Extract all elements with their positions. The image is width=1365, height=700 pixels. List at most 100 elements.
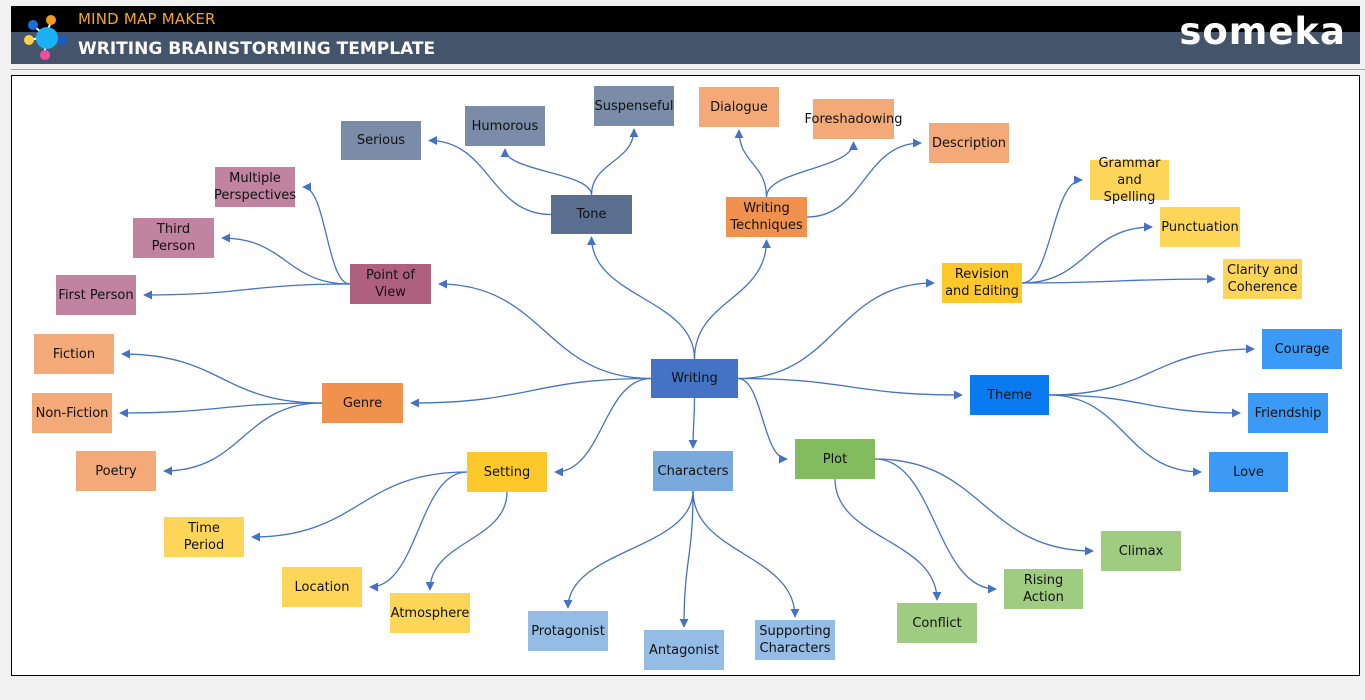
connector-genre-fiction — [121, 349, 323, 404]
root-node-writing[interactable]: Writing — [651, 359, 738, 398]
mind-map-canvas: Writing Tone Serious Humorous Suspenseful Wri… — [11, 75, 1360, 676]
connector-revision-and-editing-punctuation — [1021, 222, 1153, 284]
leaf-node-label: Time Period — [183, 521, 225, 553]
connector-writing-techniques-foreshadowing — [765, 141, 859, 198]
leaf-node-clarity-and-coherence[interactable]: Clarity and Coherence — [1223, 259, 1302, 299]
page-title: WRITING BRAINSTORMING TEMPLATE — [78, 39, 436, 59]
leaf-node-label: Serious — [356, 133, 406, 148]
leaf-node-first-person[interactable]: First Person — [56, 275, 136, 315]
branch-node-label: Point of View — [366, 268, 415, 300]
leaf-node-label: Courage — [1274, 341, 1330, 357]
connector-revision-and-editing-grammar-and-spelling — [1021, 175, 1083, 284]
leaf-node-label: Dialogue — [710, 99, 768, 115]
connector-characters-supporting-characters — [692, 490, 800, 618]
leaf-node-punctuation[interactable]: Punctuation — [1160, 207, 1240, 247]
leaf-node-courage[interactable]: Courage — [1262, 329, 1342, 369]
leaf-node-humorous[interactable]: Humorous — [465, 106, 545, 146]
app-name: MIND MAP MAKER — [78, 10, 216, 28]
leaf-node-label: Non-Fiction — [35, 405, 109, 421]
connector-point-of-view-third-person — [221, 233, 351, 285]
leaf-node-label: Humorous — [471, 118, 539, 134]
connector-theme-love — [1048, 394, 1202, 477]
leaf-node-label: Multiple Perspectives — [213, 171, 297, 203]
leaf-node-label: Location — [294, 579, 350, 595]
connector-writing-theme — [737, 377, 963, 400]
connector-characters-protagonist — [563, 490, 694, 609]
connector-writing-tone — [586, 236, 696, 360]
connector-tone-serious — [428, 135, 552, 216]
leaf-node-conflict[interactable]: Conflict — [897, 603, 977, 643]
branch-node-label: Setting — [483, 464, 531, 480]
leaf-node-grammar-and-spelling[interactable]: Grammar and Spelling — [1090, 156, 1169, 205]
leaf-node-love[interactable]: Love — [1209, 452, 1288, 492]
leaf-node-label: Suspenseful — [594, 98, 674, 114]
leaf-node-third-person[interactable]: Third Person — [133, 218, 214, 258]
branch-node-label: Characters — [657, 463, 729, 479]
connector-characters-antagonist — [679, 490, 694, 628]
leaf-node-description[interactable]: Description — [929, 123, 1009, 163]
branch-node-label: Writing Techniques — [730, 201, 803, 233]
branch-node-characters[interactable]: Characters — [653, 451, 733, 491]
app-header: MIND MAP MAKER WRITING BRAINSTORMING TEM… — [11, 6, 1360, 64]
connector-setting-atmosphere — [425, 491, 508, 591]
leaf-node-antagonist[interactable]: Antagonist — [644, 630, 724, 670]
branch-node-genre[interactable]: Genre — [322, 383, 403, 423]
leaf-node-non-fiction[interactable]: Non-Fiction — [32, 393, 112, 433]
branch-node-label: Genre — [342, 395, 383, 411]
branch-node-label: Plot — [822, 451, 848, 467]
connector-writing-revision-and-editing — [737, 278, 935, 380]
leaf-node-protagonist[interactable]: Protagonist — [528, 611, 608, 651]
leaf-node-label: First Person — [58, 287, 134, 303]
connector-writing-setting — [554, 377, 652, 477]
leaf-node-label: Grammar and Spelling — [1098, 155, 1161, 205]
leaf-node-location[interactable]: Location — [282, 567, 362, 607]
leaf-node-climax[interactable]: Climax — [1101, 531, 1181, 571]
leaf-node-supporting-characters[interactable]: Supporting Characters — [755, 620, 835, 660]
connector-revision-and-editing-clarity-and-coherence — [1021, 274, 1216, 284]
connector-writing-techniques-dialogue — [734, 129, 768, 198]
connector-genre-non-fiction — [119, 402, 323, 418]
connector-writing-genre — [410, 377, 652, 408]
connector-writing-point-of-view — [438, 279, 652, 380]
leaf-node-label: Fiction — [52, 346, 96, 362]
connector-plot-rising-action — [874, 458, 997, 594]
leaf-node-poetry[interactable]: Poetry — [76, 451, 156, 491]
leaf-node-foreshadowing[interactable]: Foreshadowing — [805, 99, 902, 139]
leaf-node-label: Protagonist — [531, 623, 605, 639]
leaf-node-serious[interactable]: Serious — [341, 121, 421, 160]
connector-writing-writing-techniques — [693, 239, 772, 360]
leaf-node-atmosphere[interactable]: Atmosphere — [390, 593, 470, 633]
leaf-node-fiction[interactable]: Fiction — [34, 334, 114, 374]
leaf-node-rising-action[interactable]: Rising Action — [1004, 569, 1083, 609]
brand-logo[interactable]: someka — [1179, 10, 1346, 53]
leaf-node-time-period[interactable]: Time Period — [164, 517, 244, 557]
branch-node-tone[interactable]: Tone — [551, 195, 632, 234]
leaf-node-label: Description — [931, 135, 1007, 151]
branch-node-writing-techniques[interactable]: Writing Techniques — [726, 197, 807, 237]
leaf-node-label: Poetry — [95, 463, 137, 479]
branch-node-setting[interactable]: Setting — [467, 452, 547, 492]
leaf-node-friendship[interactable]: Friendship — [1248, 393, 1328, 433]
connector-point-of-view-first-person — [143, 283, 351, 300]
connector-tone-suspenseful — [590, 128, 639, 196]
leaf-node-suspenseful[interactable]: Suspenseful — [594, 86, 674, 126]
leaf-node-label: Atmosphere — [390, 605, 470, 621]
branch-node-point-of-view[interactable]: Point of View — [350, 264, 431, 304]
connector-tone-humorous — [500, 148, 593, 196]
leaf-node-dialogue[interactable]: Dialogue — [699, 87, 779, 127]
leaf-node-label: Clarity and Coherence — [1227, 263, 1298, 295]
branch-node-label: Tone — [576, 207, 607, 222]
root-node-label: Writing — [671, 371, 718, 386]
leaf-node-label: Third Person — [151, 222, 196, 254]
leaf-node-multiple-perspectives[interactable]: Multiple Perspectives — [213, 167, 297, 207]
leaf-node-label: Supporting Characters — [759, 624, 831, 656]
connector-setting-location — [369, 471, 468, 592]
leaf-node-label: Climax — [1118, 543, 1164, 559]
branch-node-plot[interactable]: Plot — [795, 439, 875, 479]
branch-node-theme[interactable]: Theme — [970, 375, 1049, 415]
branch-node-revision-and-editing[interactable]: Revision and Editing — [942, 263, 1022, 303]
connector-writing-characters — [688, 397, 698, 449]
mind-map-network-icon — [24, 15, 67, 60]
leaf-node-label: Friendship — [1254, 405, 1322, 421]
connector-writing-techniques-description — [806, 138, 922, 218]
